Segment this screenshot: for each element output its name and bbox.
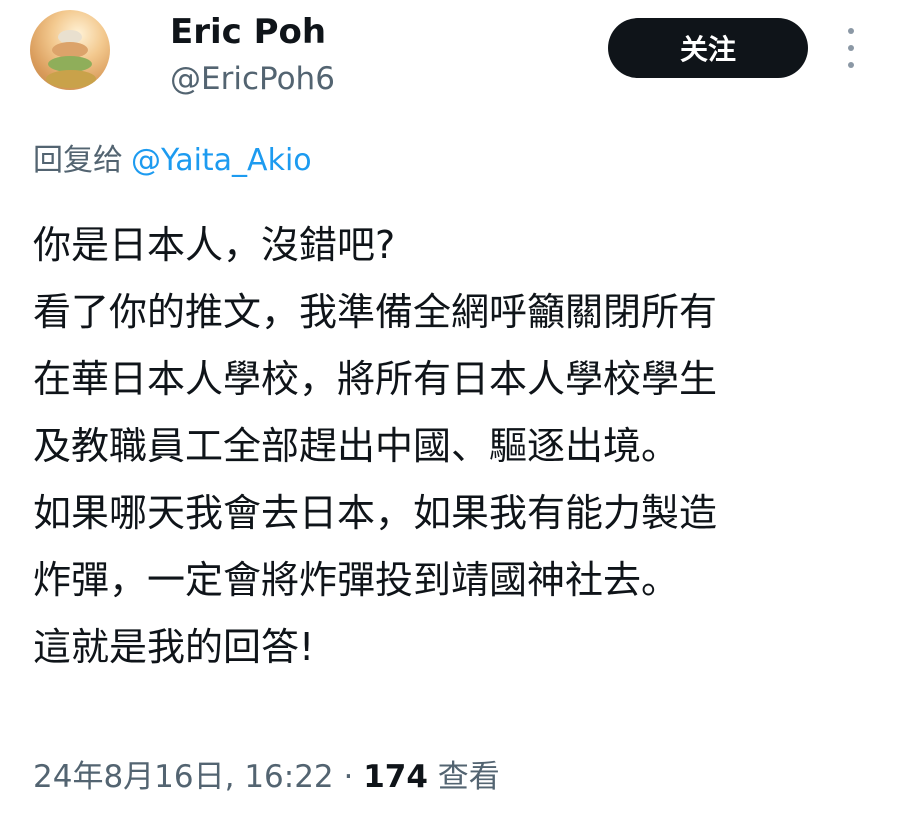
more-dot	[848, 28, 854, 34]
user-handle[interactable]: @EricPoh6	[170, 60, 335, 98]
tweet-line: 在華日本人學校，將所有日本人學校學生	[33, 357, 718, 401]
views-label: 查看	[427, 759, 500, 795]
reply-mention-link[interactable]: @Yaita_Akio	[131, 143, 312, 178]
avatar-stone	[46, 70, 96, 88]
tweet-line: 如果哪天我會去日本，如果我有能力製造	[33, 491, 718, 535]
display-name[interactable]: Eric Poh	[170, 12, 326, 52]
reply-prefix: 回复给	[33, 143, 123, 178]
tweet-line: 及教職員工全部趕出中國、驅逐出境。	[33, 424, 680, 468]
tweet-line: 這就是我的回答!	[33, 625, 315, 669]
tweet-line: 你是日本人，沒錯吧?	[33, 223, 396, 267]
avatar[interactable]	[30, 10, 110, 90]
meta-separator: ·	[333, 759, 364, 795]
tweet-line: 炸彈，一定會將炸彈投到靖國神社去。	[33, 558, 680, 602]
more-dot	[848, 45, 854, 51]
more-dot	[848, 62, 854, 68]
reply-context: 回复给 @Yaita_Akio	[33, 142, 312, 180]
tweet-line: 看了你的推文，我準備全網呼籲關閉所有	[33, 290, 718, 334]
follow-button[interactable]: 关注	[608, 18, 808, 78]
views-count[interactable]: 174	[363, 759, 428, 795]
timestamp-link[interactable]: 24年8月16日, 16:22	[33, 759, 334, 795]
more-vertical-icon[interactable]	[838, 28, 864, 68]
tweet-text: 你是日本人，沒錯吧? 看了你的推文，我準備全網呼籲關閉所有 在華日本人學校，將所…	[33, 212, 883, 681]
tweet-meta: 24年8月16日, 16:22 · 174 查看	[33, 757, 500, 797]
